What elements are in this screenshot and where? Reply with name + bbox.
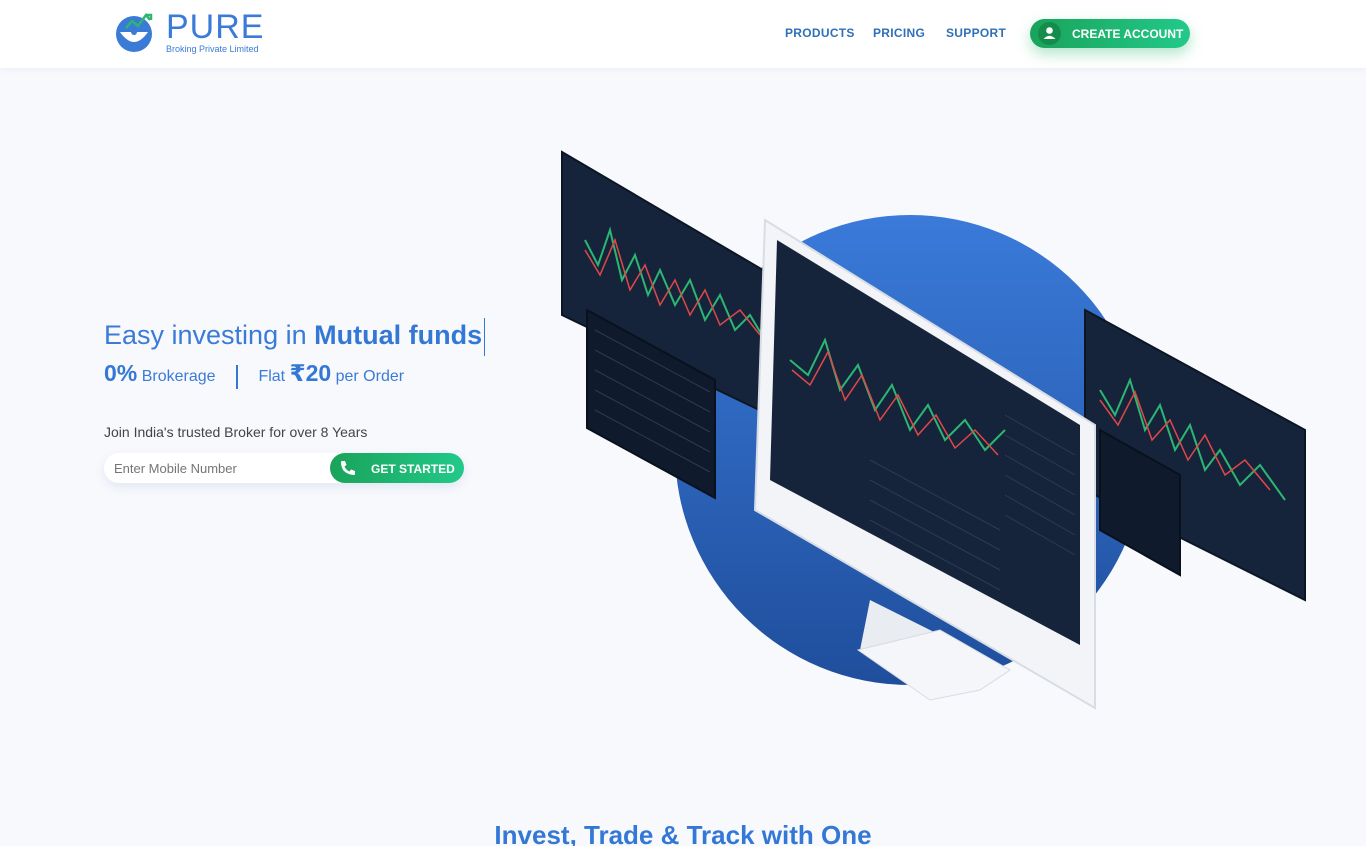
nav-products[interactable]: PRODUCTS [785,26,855,40]
create-account-button[interactable]: CREATE ACCOUNT [1030,19,1190,48]
site-header: PURE Broking Private Limited PRODUCTS PR… [0,0,1366,68]
logo-word: PURE [166,8,265,46]
flat-value: ₹20 [289,360,332,386]
create-account-label: CREATE ACCOUNT [1072,27,1184,41]
trading-platform-illustration [561,150,1306,710]
headline-prefix: Easy investing in [104,320,315,350]
user-icon [1038,22,1061,45]
mobile-signup-form: GET STARTED [104,453,464,483]
hero-tagline: Join India's trusted Broker for over 8 Y… [104,424,368,440]
logo-mark-icon [116,12,153,52]
per-order-label: per Order [335,368,405,385]
nav-support[interactable]: SUPPORT [946,26,1006,40]
logo[interactable]: PURE Broking Private Limited [114,10,274,58]
pricing-summary: 0% Brokerage Flat ₹20 per Order [104,360,404,392]
brokerage-value: 0% [104,360,138,386]
typing-cursor [484,317,486,356]
hero-headline: Easy investing in Mutual funds [104,316,486,356]
get-started-button[interactable]: GET STARTED [330,453,464,483]
headline-highlight: Mutual funds [314,320,483,350]
logo-subtitle: Broking Private Limited [166,44,259,54]
brokerage-label: Brokerage [141,368,216,385]
mobile-number-input[interactable] [114,458,324,478]
flat-label: Flat [258,368,286,385]
section-title: Invest, Trade & Track with One [494,820,872,846]
get-started-label: GET STARTED [371,462,455,476]
nav-pricing[interactable]: PRICING [873,26,925,40]
pricing-divider [235,364,238,389]
phone-icon [341,461,355,475]
